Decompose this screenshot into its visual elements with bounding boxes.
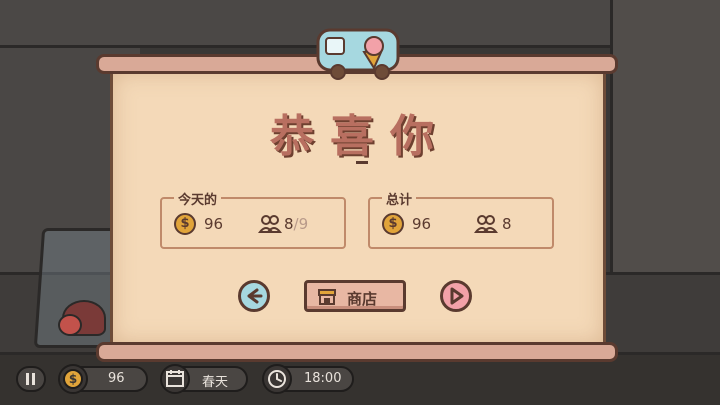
today-stats: 今天的 $ 96 8/9: [160, 189, 346, 249]
today-customers-total: 9: [298, 215, 309, 233]
hud-coins: $ 96: [58, 364, 148, 394]
back-arrow-icon: [247, 288, 263, 304]
play-icon: [450, 287, 464, 305]
people-icon: [258, 215, 282, 233]
hud-season-label: 春天: [202, 375, 229, 390]
coin-icon: $: [58, 364, 88, 394]
people-icon: [474, 215, 498, 233]
hud-time-label: 18:00: [304, 371, 342, 386]
total-customers: 8: [502, 215, 512, 233]
today-customers-served: 8: [284, 215, 294, 233]
title-divider: [356, 161, 368, 164]
total-coins: 96: [412, 215, 432, 233]
shop-button-label: 商店: [347, 290, 378, 308]
total-label: 总计: [382, 189, 417, 208]
shop-button[interactable]: 商店: [304, 280, 406, 312]
coin-icon: $: [174, 213, 196, 235]
shop-icon: [318, 289, 336, 305]
coin-icon: $: [382, 213, 404, 235]
hud-season: 春天: [160, 364, 248, 394]
total-stats: 总计 $ 96 8: [368, 189, 554, 249]
today-label: 今天的: [174, 189, 222, 208]
pause-button[interactable]: [16, 366, 46, 392]
hud-coin-count: 96: [108, 371, 125, 386]
clock-icon: [262, 364, 292, 394]
back-button[interactable]: [238, 280, 270, 312]
clock-glyph: [268, 370, 286, 388]
calendar-glyph: [166, 370, 184, 387]
calendar-icon: [160, 364, 190, 394]
continue-button[interactable]: [440, 280, 472, 312]
hud-time: 18:00: [262, 364, 354, 394]
pause-icon: [26, 373, 35, 385]
today-coins: 96: [204, 215, 224, 233]
today-customers: 8/9: [284, 215, 308, 233]
strawberry: [58, 314, 82, 336]
scroll-rod-bottom: [96, 342, 618, 362]
dialog-title: 恭喜你: [270, 111, 450, 162]
ice-cream-truck-icon: [316, 28, 400, 80]
